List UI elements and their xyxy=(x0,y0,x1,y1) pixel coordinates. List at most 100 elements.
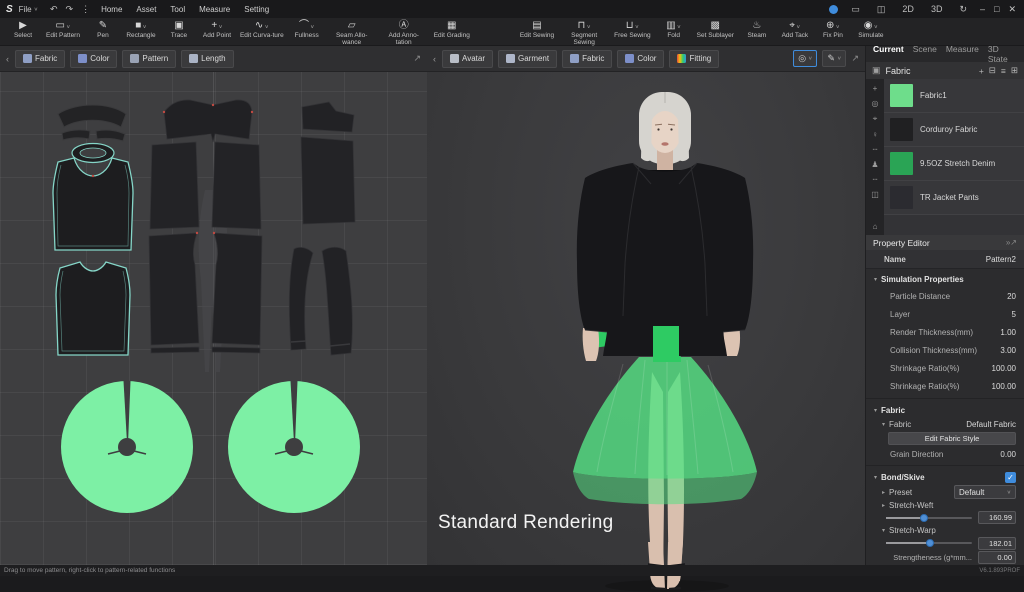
panel-layout-icon[interactable]: ▭ xyxy=(851,4,860,15)
tool-segment-sewing[interactable]: ⊓∨ Segment Sewing xyxy=(558,18,610,46)
checkbox-icon[interactable]: ▣ xyxy=(872,65,881,76)
minimize-button[interactable]: – xyxy=(980,4,985,14)
tool-trace[interactable]: ▣∨ Trace xyxy=(160,18,198,45)
tool-select[interactable]: ▶∨ Select xyxy=(4,18,42,45)
tool-set-sublayer[interactable]: ▩∨ Set Sublayer xyxy=(693,18,738,45)
maximize-button[interactable]: □ xyxy=(994,4,999,14)
section-fabric[interactable]: ▾ Fabric xyxy=(866,403,1024,418)
slider-thumb[interactable] xyxy=(926,539,935,548)
fabric-row[interactable]: ▾ Fabric Default Fabric xyxy=(866,418,1024,431)
right-tab[interactable]: Current xyxy=(873,44,904,64)
split-view-icon[interactable]: ◫ xyxy=(877,4,886,15)
view-3d-button[interactable]: 3D xyxy=(931,4,943,14)
box-icon[interactable]: ⌂ xyxy=(873,222,878,231)
pattern-canvas[interactable] xyxy=(0,72,427,565)
stretch-warp-slider[interactable] xyxy=(886,539,972,548)
tool-edit-curvature[interactable]: ∿∨ Edit Curva-ture xyxy=(236,18,288,45)
stretch-weft-label-row[interactable]: ▸ Stretch-Weft xyxy=(866,500,1024,511)
garment-skirt[interactable] xyxy=(573,357,757,505)
9.5OZ Stretch Denim[interactable]: 9.5OZ Stretch Denim xyxy=(884,147,1024,181)
pattern-jacket-lower-right[interactable] xyxy=(211,232,263,354)
tool-pen[interactable]: ✎∨ Pen xyxy=(84,18,122,45)
pattern-2d-view[interactable] xyxy=(0,72,427,565)
pattern-sleeve-right[interactable] xyxy=(321,246,353,356)
tab-3d-color[interactable]: Color xyxy=(617,49,665,68)
collapse-left-icon[interactable]: ‹ xyxy=(6,54,9,64)
bond-skive-checkbox[interactable]: ✓ xyxy=(1005,471,1016,483)
tool-add-annotation[interactable]: Ⓐ∨ Add Anno-tation xyxy=(378,18,430,46)
pattern-back-body[interactable] xyxy=(300,136,356,225)
category-icon[interactable]: ⌖ xyxy=(873,114,878,124)
grain-direction-row[interactable]: Grain Direction 0.00 xyxy=(866,446,1024,462)
list-view-icon[interactable]: ≡ xyxy=(1001,66,1006,76)
view-2d-button[interactable]: 2D xyxy=(902,4,914,14)
menu-item[interactable]: Setting xyxy=(244,5,269,14)
pattern-collar-band[interactable] xyxy=(57,104,127,142)
add-icon[interactable]: + xyxy=(979,66,984,76)
tool-edit-sewing[interactable]: ▤∨ Edit Sewing xyxy=(516,18,558,45)
category-icon[interactable]: ◫ xyxy=(871,190,879,199)
collapse-left-icon[interactable]: ‹ xyxy=(433,54,436,64)
garment-waistband[interactable] xyxy=(653,324,681,362)
property-row[interactable]: Shrinkage Ratio(%) 100.00 xyxy=(866,377,1024,395)
right-tab[interactable]: 3D State xyxy=(988,44,1008,64)
tool-steam[interactable]: ♨∨ Steam xyxy=(738,18,776,45)
property-row[interactable]: Render Thickness(mm) 1.00 xyxy=(866,323,1024,341)
section-bond-skive[interactable]: ▾ Bond/Skive ✓ xyxy=(866,470,1024,485)
tab-3d-fitting[interactable]: Fitting xyxy=(669,49,720,68)
menu-item[interactable]: Asset xyxy=(136,5,156,14)
pattern-tank-front[interactable] xyxy=(52,142,134,251)
right-tab[interactable]: Scene xyxy=(913,44,937,64)
property-row[interactable]: Collision Thickness(mm) 3.00 xyxy=(866,341,1024,359)
pattern-jacket-upper-right[interactable] xyxy=(211,141,262,230)
stretch-warp-label-row[interactable]: ▾ Stretch-Warp xyxy=(866,525,1024,536)
menu-item[interactable]: Measure xyxy=(199,5,230,14)
tab-2d-fabric[interactable]: Fabric xyxy=(15,49,66,68)
strengtheness-input[interactable]: 0.00 xyxy=(978,550,1016,564)
undo-icon[interactable]: ↶ xyxy=(50,4,58,15)
expand-view-icon[interactable]: ↗ xyxy=(851,53,859,64)
tool-simulate[interactable]: ◉∨ Simulate xyxy=(852,18,890,45)
tool-free-sewing[interactable]: ⊔∨ Free Sewing xyxy=(610,18,655,45)
category-icon[interactable]: ┄ xyxy=(873,175,878,184)
tool-fold[interactable]: ▥∨ Fold xyxy=(655,18,693,45)
stretch-warp-input[interactable]: 182.01 xyxy=(978,536,1016,550)
property-row[interactable]: Layer 5 xyxy=(866,305,1024,323)
tab-2d-length[interactable]: Length xyxy=(181,49,234,68)
tool-fullness[interactable]: ⌒∨ Fullness xyxy=(288,18,326,45)
preset-dropdown[interactable]: Default ∨ xyxy=(954,485,1016,500)
category-icon[interactable]: ◎ xyxy=(872,99,879,108)
scene-3d-view[interactable]: Standard Rendering xyxy=(427,72,865,592)
property-row[interactable]: Shrinkage Ratio(%) 100.00 xyxy=(866,359,1024,377)
account-avatar[interactable] xyxy=(829,4,839,14)
Fabric1[interactable]: Fabric1 xyxy=(884,79,1024,113)
category-icon[interactable]: ♀ xyxy=(872,130,878,139)
tool-seam-allowance[interactable]: ▱∨ Seam Allo-wance xyxy=(326,18,378,46)
stretch-weft-slider[interactable] xyxy=(886,513,972,522)
tool-fix-pin[interactable]: ⊕∨ Fix Pin xyxy=(814,18,852,45)
expand-panel-icon[interactable]: ↗ xyxy=(413,53,421,64)
tab-2d-color[interactable]: Color xyxy=(70,49,118,68)
right-tab[interactable]: Measure xyxy=(946,44,979,64)
grid-view-icon[interactable]: ⊞ xyxy=(1011,65,1018,76)
delete-icon[interactable]: ⊟ xyxy=(989,65,996,76)
tab-3d-fabric[interactable]: Fabric xyxy=(562,49,613,68)
expand-panel-icon[interactable]: ↗ xyxy=(1010,238,1017,247)
menu-item[interactable]: Tool xyxy=(170,5,185,14)
tool-add-tack[interactable]: ⌖∨ Add Tack xyxy=(776,18,814,45)
pattern-sleeve-left[interactable] xyxy=(288,246,314,351)
pattern-back-yoke[interactable] xyxy=(301,101,355,133)
pattern-jacket-yoke[interactable] xyxy=(163,99,253,143)
redo-icon[interactable]: ↷ xyxy=(66,4,74,15)
tool-add-point[interactable]: +∨ Add Point xyxy=(198,18,236,45)
category-icon[interactable]: ♟ xyxy=(871,160,878,169)
pattern-circle-skirt-right[interactable] xyxy=(228,381,360,513)
kebab-menu-icon[interactable]: ⋮ xyxy=(81,4,90,15)
section-simulation-properties[interactable]: ▾ Simulation Properties xyxy=(866,272,1024,287)
pattern-tank-back[interactable] xyxy=(55,261,131,356)
reset-layout-icon[interactable]: ↻ xyxy=(959,4,967,15)
pattern-jacket-upper-left[interactable] xyxy=(149,141,200,230)
tool-edit-grading[interactable]: ▦∨ Edit Grading xyxy=(430,18,474,45)
brush-mode-button[interactable]: ✎ ∨ xyxy=(822,50,847,67)
Corduroy Fabric[interactable]: Corduroy Fabric xyxy=(884,113,1024,147)
